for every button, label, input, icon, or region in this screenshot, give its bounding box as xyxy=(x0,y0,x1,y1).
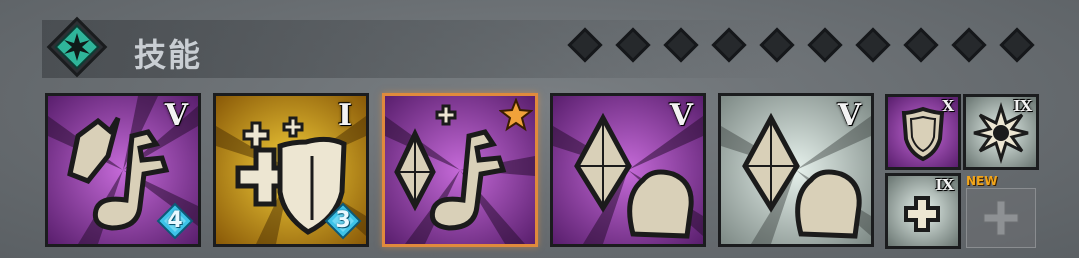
rank-label: I xyxy=(337,98,352,133)
rank-label: V xyxy=(164,98,188,133)
star-slot-diamond-icon xyxy=(998,26,1036,64)
skill-crystal-flex-pale[interactable]: V xyxy=(721,96,871,244)
passive-empty[interactable] xyxy=(966,188,1036,248)
cross-icon xyxy=(983,200,1019,236)
star-slot-row xyxy=(566,26,1046,72)
rank-label: V xyxy=(669,98,693,133)
passive-heal[interactable]: IX xyxy=(888,176,958,246)
skill-music-note-feather[interactable]: V 4 xyxy=(48,96,198,244)
star-icon xyxy=(499,98,533,132)
rank-label: V xyxy=(837,98,861,133)
level-gem-badge: 4 xyxy=(156,202,194,240)
skill-crystal-flex[interactable]: V xyxy=(553,96,703,244)
rank-label: X xyxy=(942,97,954,115)
passive-shield[interactable]: X xyxy=(888,97,958,167)
skill-crystal-note[interactable] xyxy=(385,96,535,244)
badge-value: 4 xyxy=(167,208,183,233)
star-slot-diamond-icon xyxy=(710,26,748,64)
skill-heal-shield[interactable]: I 3 xyxy=(216,96,366,244)
rank-label: IX xyxy=(1013,97,1032,115)
new-badge: NEW xyxy=(966,174,998,188)
badge-value: 3 xyxy=(335,208,351,233)
star-slot-diamond-icon xyxy=(662,26,700,64)
rank-label: IX xyxy=(935,176,954,194)
level-gem-badge: 3 xyxy=(324,202,362,240)
passive-burst[interactable]: IX xyxy=(966,97,1036,167)
star-slot-diamond-icon xyxy=(806,26,844,64)
star-slot-diamond-icon xyxy=(614,26,652,64)
page-title: 技能 xyxy=(134,36,203,74)
star-slot-diamond-icon xyxy=(950,26,988,64)
star-slot-diamond-icon xyxy=(566,26,604,64)
star-slot-diamond-icon xyxy=(758,26,796,64)
star-slot-diamond-icon xyxy=(854,26,892,64)
star-emblem-icon xyxy=(44,14,110,80)
star-slot-diamond-icon xyxy=(902,26,940,64)
